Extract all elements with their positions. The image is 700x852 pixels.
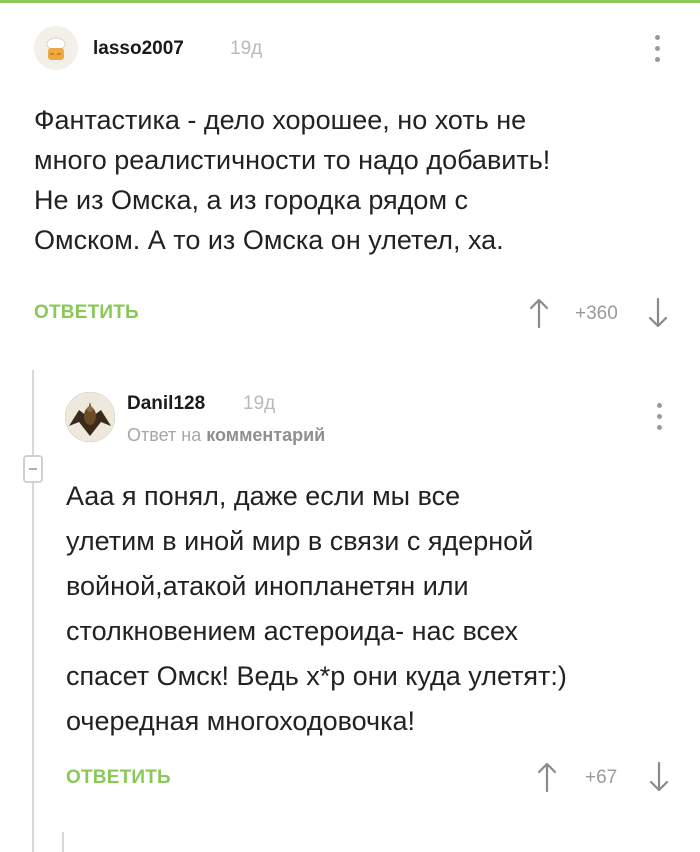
reply-button[interactable]: ОТВЕТИТЬ [66, 767, 171, 789]
more-vertical-icon[interactable] [656, 403, 662, 433]
reply-to-line: Ответ на комментарий [127, 425, 325, 446]
rating-value: +67 [585, 767, 618, 788]
comment-line: войной,атакой инопланетян или [66, 571, 469, 601]
comment-line: столкновением астероида- нас всех [66, 616, 518, 646]
username[interactable]: Danil128 [127, 393, 205, 415]
reply-to-prefix: Ответ на [127, 425, 202, 445]
comment-line: улетим в иной мир в связи с ядерной [66, 526, 534, 556]
comment-line: очередная многоходовочка! [66, 706, 416, 736]
comment-body: Ааа я понял, даже если мы все улетим в и… [66, 474, 691, 744]
comment-line: Ааа я понял, даже если мы все [66, 481, 461, 511]
timestamp: 19д [243, 393, 276, 414]
arrow-up-icon[interactable] [536, 761, 558, 793]
comment-line: спасет Омск! Ведь х*р они куда улетят:) [66, 661, 567, 691]
arrow-down-icon[interactable] [648, 761, 670, 793]
avatar[interactable] [65, 392, 115, 442]
avatar-image [65, 392, 115, 442]
comment-reply: Danil128 19д Ответ на комментарий Ааа я … [0, 0, 700, 852]
reply-to-link[interactable]: комментарий [206, 425, 325, 445]
